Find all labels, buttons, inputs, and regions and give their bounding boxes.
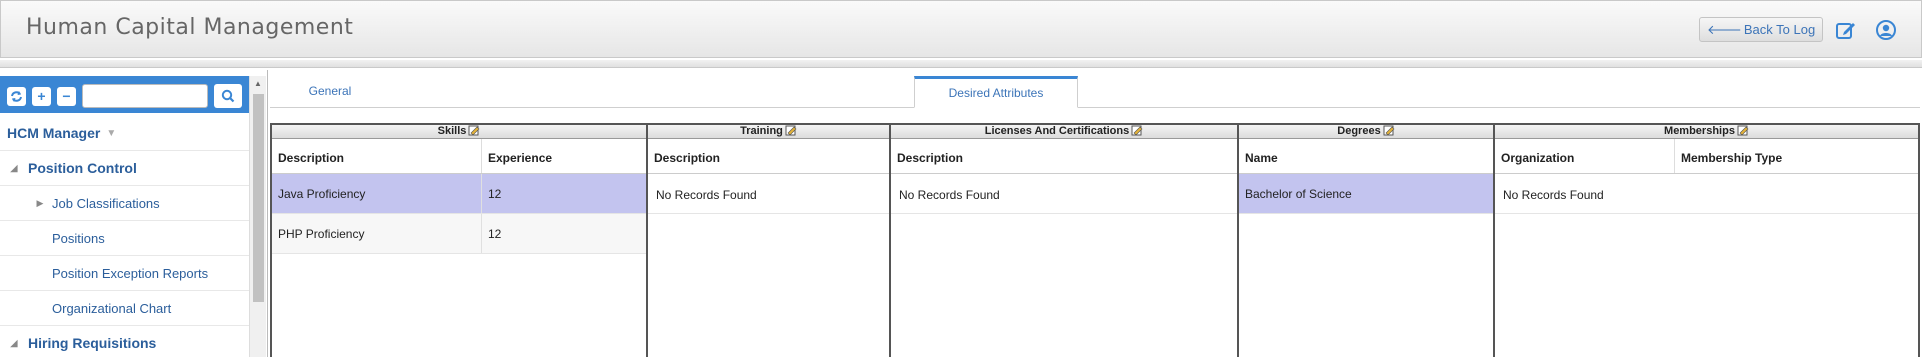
skill-experience-cell: 12 — [488, 226, 502, 241]
licenses-title: Licenses And Certifications — [984, 125, 1130, 137]
main-content: General Desired Attributes Skills Descri… — [270, 70, 1922, 357]
sidebar-item-hiring-requisitions[interactable]: ◢ Hiring Requisitions — [0, 326, 249, 357]
sidebar-item-label: Job Classifications — [52, 195, 160, 211]
sidebar-item-job-classifications[interactable]: ▶ Job Classifications — [0, 186, 249, 221]
skill-experience-cell: 12 — [488, 186, 502, 201]
sidebar-search-button[interactable] — [214, 84, 242, 108]
table-row[interactable]: PHP Proficiency 12 — [272, 214, 646, 254]
skill-description-cell: Java Proficiency — [272, 174, 482, 213]
column-header-description[interactable]: Description — [272, 139, 482, 173]
chevron-down-icon: ▼ — [106, 127, 117, 139]
sidebar-item-label: Organizational Chart — [52, 300, 172, 316]
sidebar-toolbar: + − — [0, 76, 249, 113]
desired-attributes-grids: Skills Description Experience Java Profi… — [270, 123, 1920, 357]
edit-icon[interactable] — [1835, 19, 1857, 41]
skills-panel: Skills Description Experience Java Profi… — [272, 123, 648, 357]
column-header-description[interactable]: Description — [648, 139, 889, 173]
degrees-title: Degrees — [1337, 125, 1381, 137]
sidebar-item-label: Positions — [52, 230, 105, 246]
skill-description-cell: PHP Proficiency — [272, 214, 482, 253]
training-header-row: Description — [648, 139, 889, 174]
tab-bar: General Desired Attributes — [270, 76, 1920, 108]
collapse-triangle-icon[interactable]: ◢ — [0, 163, 28, 174]
sidebar-item-positions[interactable]: Positions — [0, 221, 249, 256]
table-row[interactable]: Bachelor of Science — [1239, 174, 1493, 214]
edit-pencil-icon[interactable] — [1737, 125, 1749, 136]
empty-message: No Records Found — [648, 174, 889, 214]
degrees-header-row: Name — [1239, 139, 1493, 174]
refresh-button[interactable] — [7, 87, 26, 106]
back-to-log-button[interactable]: 🡐 Back To Log — [1699, 17, 1824, 42]
sidebar-item-position-control[interactable]: ◢ Position Control — [0, 151, 249, 186]
licenses-panel: Licenses And Certifications Description … — [891, 123, 1239, 357]
column-header-organization[interactable]: Organization — [1495, 139, 1675, 173]
skills-title: Skills — [437, 125, 467, 137]
user-icon[interactable] — [1875, 19, 1897, 41]
collapse-all-button[interactable]: − — [57, 87, 76, 106]
training-panel: Training Description No Records Found — [648, 123, 891, 357]
edit-pencil-icon[interactable] — [468, 125, 480, 136]
refresh-icon — [11, 91, 22, 102]
memberships-panel: Memberships Organization Membership Type… — [1495, 123, 1920, 357]
expand-triangle-icon[interactable]: ▶ — [28, 198, 52, 209]
header-separator — [0, 60, 1922, 68]
memberships-panel-title: Memberships — [1495, 123, 1918, 139]
edit-pencil-icon[interactable] — [1383, 125, 1395, 136]
sidebar-scrollbar[interactable]: ▲ — [249, 76, 266, 357]
column-header-experience[interactable]: Experience — [482, 139, 646, 173]
sidebar-item-label: Hiring Requisitions — [28, 335, 157, 351]
app-header: Human Capital Management 🡐 Back To Log — [0, 0, 1922, 58]
skills-header-row: Description Experience — [272, 139, 646, 174]
memberships-header-row: Organization Membership Type — [1495, 139, 1918, 174]
sidebar-item-label: Position Exception Reports — [52, 265, 209, 281]
column-header-name[interactable]: Name — [1239, 139, 1493, 173]
edit-pencil-icon[interactable] — [1131, 125, 1143, 136]
empty-message: No Records Found — [1495, 174, 1918, 214]
sidebar: + − ▲ HCM Manager ▼ ◢ Position Control ▶ Jo… — [0, 70, 268, 357]
scrollbar-thumb[interactable] — [253, 94, 264, 302]
training-title: Training — [740, 125, 783, 137]
column-header-membership-type[interactable]: Membership Type — [1675, 139, 1918, 173]
licenses-header-row: Description — [891, 139, 1237, 174]
licenses-panel-title: Licenses And Certifications — [891, 123, 1237, 139]
scroll-up-icon[interactable]: ▲ — [254, 79, 262, 88]
tab-desired-attributes[interactable]: Desired Attributes — [914, 76, 1078, 108]
sidebar-tree: HCM Manager ▼ ◢ Position Control ▶ Job Clas… — [0, 116, 249, 357]
hcm-manager-dropdown[interactable]: HCM Manager ▼ — [0, 116, 249, 151]
sidebar-item-label: Position Control — [28, 160, 137, 176]
degrees-panel: Degrees Name Bachelor of Science — [1239, 123, 1495, 357]
column-header-description[interactable]: Description — [891, 139, 1237, 173]
manager-label: HCM Manager — [7, 125, 101, 141]
sidebar-item-organizational-chart[interactable]: Organizational Chart — [0, 291, 249, 326]
memberships-title: Memberships — [1664, 125, 1735, 137]
empty-message: No Records Found — [891, 174, 1237, 214]
skills-panel-title: Skills — [272, 123, 646, 139]
degree-name-cell: Bachelor of Science — [1245, 186, 1352, 201]
tab-general[interactable]: General — [280, 76, 380, 108]
table-row[interactable]: Java Proficiency 12 — [272, 174, 646, 214]
search-icon — [221, 89, 235, 103]
minus-icon: − — [62, 88, 71, 104]
edit-pencil-icon[interactable] — [785, 125, 797, 136]
arrow-left-icon: 🡐 — [1707, 22, 1742, 37]
collapse-triangle-icon[interactable]: ◢ — [0, 338, 28, 349]
sidebar-item-position-exception-reports[interactable]: Position Exception Reports — [0, 256, 249, 291]
app-title: Human Capital Management — [26, 15, 354, 40]
expand-all-button[interactable]: + — [32, 87, 51, 106]
plus-icon: + — [37, 88, 46, 104]
back-to-log-label: Back To Log — [1743, 22, 1816, 37]
degrees-panel-title: Degrees — [1239, 123, 1493, 139]
training-panel-title: Training — [648, 123, 889, 139]
sidebar-search-input[interactable] — [82, 84, 208, 108]
